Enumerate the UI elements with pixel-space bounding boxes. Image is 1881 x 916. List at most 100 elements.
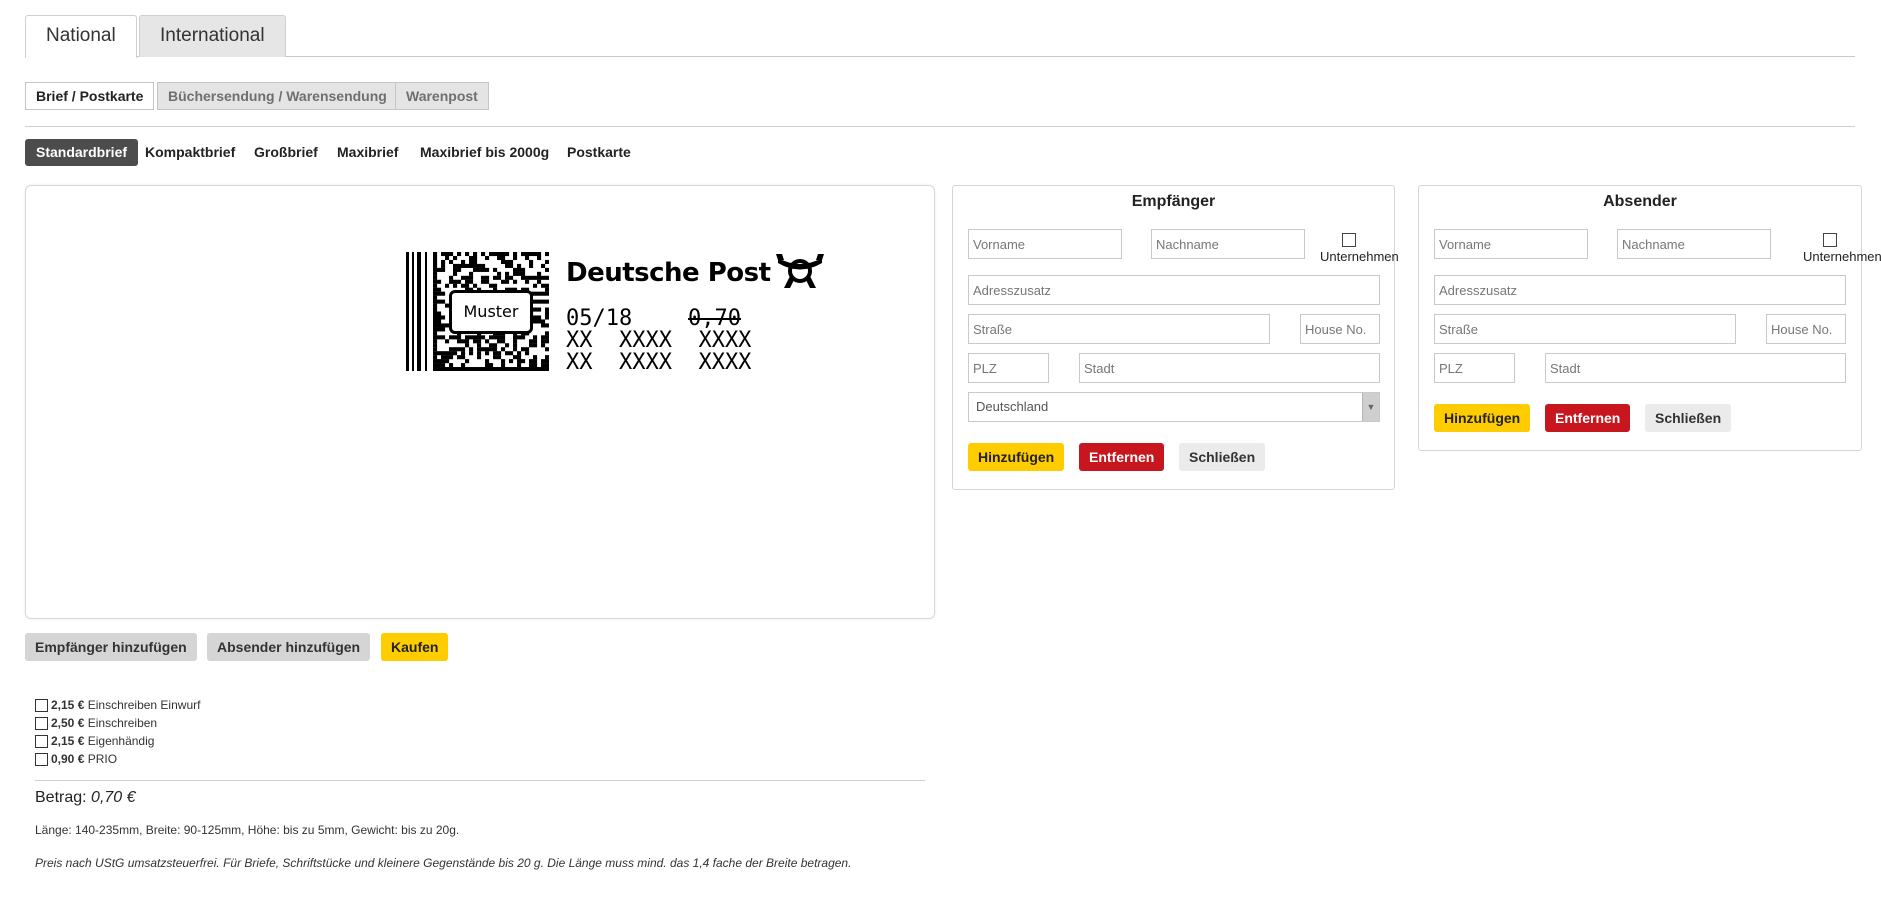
subtype-maxibrief-2000g[interactable]: Maxibrief bis 2000g: [409, 139, 560, 166]
datamatrix-module: [433, 319, 438, 324]
recipient-zip-input[interactable]: [968, 353, 1049, 383]
datamatrix-module: [521, 252, 526, 257]
datamatrix-module: [485, 275, 490, 280]
subtype-kompaktbrief[interactable]: Kompaktbrief: [134, 139, 246, 166]
category-warenpost[interactable]: Warenpost: [395, 82, 489, 110]
datamatrix-module: [541, 363, 546, 368]
datamatrix-module: [501, 359, 506, 364]
datamatrix-module: [449, 279, 454, 284]
recipient-first-name-input[interactable]: [968, 229, 1122, 259]
datamatrix-module: [493, 351, 498, 356]
datamatrix-module: [449, 367, 454, 371]
chevron-down-icon: ▼: [1362, 393, 1379, 421]
sender-city-input[interactable]: [1545, 353, 1846, 383]
datamatrix-module: [433, 327, 438, 332]
datamatrix-module: [477, 355, 482, 360]
datamatrix-module: [541, 263, 546, 268]
datamatrix-module: [545, 275, 549, 280]
buy-button[interactable]: Kaufen: [381, 633, 449, 661]
datamatrix-module: [433, 339, 438, 344]
option-checkbox[interactable]: [35, 699, 48, 712]
datamatrix-module: [473, 263, 478, 268]
recipient-house-no-input[interactable]: [1300, 314, 1380, 344]
datamatrix-module: [493, 335, 498, 340]
sender-house-no-input[interactable]: [1766, 314, 1846, 344]
category-brief-postkarte[interactable]: Brief / Postkarte: [25, 82, 155, 110]
sender-remove-button[interactable]: Entfernen: [1545, 404, 1631, 432]
option-einschreiben[interactable]: 2,50 € Einschreiben: [35, 715, 157, 731]
datamatrix-module: [493, 275, 498, 280]
sender-zip-input[interactable]: [1434, 353, 1515, 383]
stamp-price: 0,70: [688, 306, 741, 331]
option-checkbox[interactable]: [35, 717, 48, 730]
recipient-address-extra-input[interactable]: [968, 275, 1380, 305]
datamatrix-module: [545, 287, 549, 292]
recipient-close-button[interactable]: Schließen: [1179, 443, 1266, 471]
datamatrix-module: [537, 271, 542, 276]
divider: [25, 126, 1855, 127]
datamatrix-module: [525, 347, 530, 352]
sender-last-name-input[interactable]: [1617, 229, 1771, 259]
datamatrix-module: [541, 319, 546, 324]
datamatrix-module: [433, 347, 438, 352]
recipient-country-select[interactable]: Deutschland ▼: [968, 392, 1380, 422]
sender-panel: Absender Unternehmen Hinzufügen Entferne…: [1418, 185, 1881, 451]
add-sender-button[interactable]: Absender hinzufügen: [207, 633, 371, 661]
datamatrix-module: [509, 259, 514, 264]
recipient-street-input[interactable]: [968, 314, 1270, 344]
datamatrix-module: [501, 367, 506, 371]
tab-national[interactable]: National: [25, 15, 137, 58]
option-checkbox[interactable]: [35, 735, 48, 748]
datamatrix-module: [505, 279, 510, 284]
option-eigenhaendig[interactable]: 2,15 € Eigenhändig: [35, 733, 154, 749]
sender-panel-title: Absender: [1603, 193, 1677, 210]
datamatrix-module: [537, 299, 542, 304]
datamatrix-module: [461, 367, 466, 371]
option-einschreiben-einwurf[interactable]: 2,15 € Einschreiben Einwurf: [35, 697, 200, 713]
datamatrix-module: [477, 263, 482, 268]
datamatrix-module: [449, 347, 454, 352]
subtype-grossbrief[interactable]: Großbrief: [243, 139, 329, 166]
datamatrix-module: [457, 335, 462, 340]
datamatrix-module: [469, 275, 474, 280]
datamatrix-module: [477, 339, 482, 344]
option-checkbox[interactable]: [35, 753, 48, 766]
datamatrix-module: [545, 252, 549, 257]
datamatrix-module: [533, 335, 538, 340]
sender-address-extra-input[interactable]: [1434, 275, 1846, 305]
datamatrix-module: [521, 271, 526, 276]
datamatrix-module: [433, 359, 438, 364]
datamatrix-module: [445, 339, 450, 344]
sender-first-name-input[interactable]: [1434, 229, 1588, 259]
subtype-maxibrief[interactable]: Maxibrief: [326, 139, 409, 166]
subtype-standardbrief[interactable]: Standardbrief: [25, 139, 139, 166]
datamatrix-module: [437, 335, 442, 340]
datamatrix-module: [461, 339, 466, 344]
datamatrix-module: [441, 367, 446, 371]
recipient-remove-button[interactable]: Entfernen: [1079, 443, 1165, 471]
recipient-company-checkbox[interactable]: [1342, 233, 1356, 247]
category-buechersendung[interactable]: Büchersendung / Warensendung: [157, 82, 398, 110]
subtype-postkarte[interactable]: Postkarte: [556, 139, 642, 166]
sender-street-input[interactable]: [1434, 314, 1736, 344]
datamatrix-module: [445, 283, 450, 288]
sender-close-button[interactable]: Schließen: [1645, 404, 1732, 432]
sender-company-label: Unternehmen: [1803, 249, 1881, 264]
add-recipient-button[interactable]: Empfänger hinzufügen: [25, 633, 197, 661]
datamatrix-module: [461, 275, 466, 280]
datamatrix-module: [441, 263, 446, 268]
sender-company-checkbox[interactable]: [1823, 233, 1837, 247]
datamatrix-module: [517, 351, 522, 356]
sender-add-button[interactable]: Hinzufügen: [1434, 404, 1531, 432]
tab-international[interactable]: International: [139, 15, 286, 57]
recipient-add-button[interactable]: Hinzufügen: [968, 443, 1065, 471]
datamatrix-module: [537, 319, 542, 324]
datamatrix-module: [437, 315, 442, 320]
recipient-last-name-input[interactable]: [1151, 229, 1305, 259]
recipient-city-input[interactable]: [1079, 353, 1380, 383]
datamatrix-module: [529, 359, 534, 364]
datamatrix-module: [461, 283, 466, 288]
datamatrix-module: [485, 267, 490, 272]
datamatrix-module: [493, 347, 498, 352]
option-prio[interactable]: 0,90 € PRIO: [35, 751, 117, 767]
